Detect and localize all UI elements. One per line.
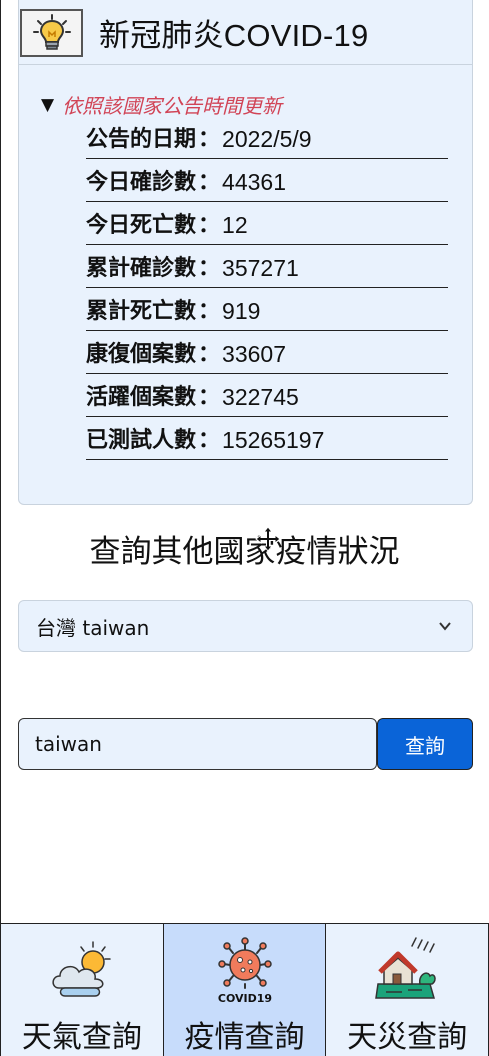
virus-icon: COVID19	[217, 937, 272, 1005]
stat-value: 15265197	[222, 427, 325, 453]
nav-item-weather[interactable]: 天氣查詢	[0, 924, 164, 1056]
country-select[interactable]: 台灣 taiwan	[18, 600, 473, 652]
nav-item-covid[interactable]: COVID19 疫情查詢	[163, 924, 327, 1056]
bottom-nav: 天氣查詢 COVID19 疫情查詢 天災查詢	[0, 923, 489, 1056]
stat-label: 今日死亡數	[86, 213, 197, 238]
stat-label: 今日確診數	[86, 170, 197, 195]
summary-label: 依照該國家公告時間更新	[62, 94, 283, 118]
stat-value: 2022/5/9	[222, 126, 312, 152]
stat-label: 公告的日期	[86, 127, 197, 152]
search-button[interactable]: 查詢	[377, 718, 473, 770]
stats-list: 公告的日期： 2022/5/9 今日確診數： 44361 今日死亡數： 12 累計確診…	[86, 116, 448, 460]
triangle-down-icon[interactable]: ▼	[41, 95, 54, 115]
page-title: 新冠肺炎COVID-19	[99, 18, 369, 53]
stat-label: 累計死亡數	[86, 299, 197, 324]
stat-label: 已測試人數	[86, 428, 197, 453]
stat-row-total-deaths: 累計死亡數： 919	[86, 288, 448, 331]
details-summary[interactable]: ▼ 依照該國家公告時間更新	[41, 90, 282, 119]
stat-row-recovered: 康復個案數： 33607	[86, 331, 448, 374]
covid-card: 新冠肺炎COVID-19 ▼ 依照該國家公告時間更新 公告的日期： 2022/5/…	[18, 0, 473, 505]
stat-value: 357271	[222, 255, 299, 281]
query-title: 查詢其他國家疫情狀況	[89, 534, 400, 570]
stat-row-tested: 已測試人數： 15265197	[86, 417, 448, 460]
weather-icon	[52, 941, 111, 997]
nav-label: 天災查詢	[347, 1020, 468, 1055]
stat-value: 919	[222, 298, 261, 324]
stat-row-today-cases: 今日確診數： 44361	[86, 159, 448, 202]
card-header: 新冠肺炎COVID-19	[19, 0, 472, 65]
stat-value: 322745	[222, 384, 299, 410]
stat-row-date: 公告的日期： 2022/5/9	[86, 116, 448, 159]
nav-item-disaster[interactable]: 天災查詢	[326, 924, 489, 1056]
stat-label: 康復個案數	[86, 342, 197, 367]
disaster-icon	[375, 937, 436, 999]
stat-value: 12	[222, 212, 248, 238]
country-search-input[interactable]	[18, 718, 377, 770]
country-select-value: 台灣 taiwan	[36, 615, 150, 640]
move-cursor-icon	[255, 526, 281, 552]
stat-label: 活躍個案數	[86, 385, 197, 410]
stat-label: 累計確診數	[86, 256, 197, 281]
chevron-down-icon	[439, 622, 451, 631]
lightbulb-icon	[20, 9, 83, 57]
stat-row-total-cases: 累計確診數： 357271	[86, 245, 448, 288]
stat-row-today-deaths: 今日死亡數： 12	[86, 202, 448, 245]
stat-value: 44361	[222, 169, 286, 195]
nav-label: 天氣查詢	[21, 1020, 142, 1055]
covid19-icon-text: COVID19	[217, 992, 271, 1005]
frame-border	[0, 0, 1, 924]
stat-row-active: 活躍個案數： 322745	[86, 374, 448, 417]
stat-value: 33607	[222, 341, 286, 367]
nav-label: 疫情查詢	[184, 1020, 305, 1055]
